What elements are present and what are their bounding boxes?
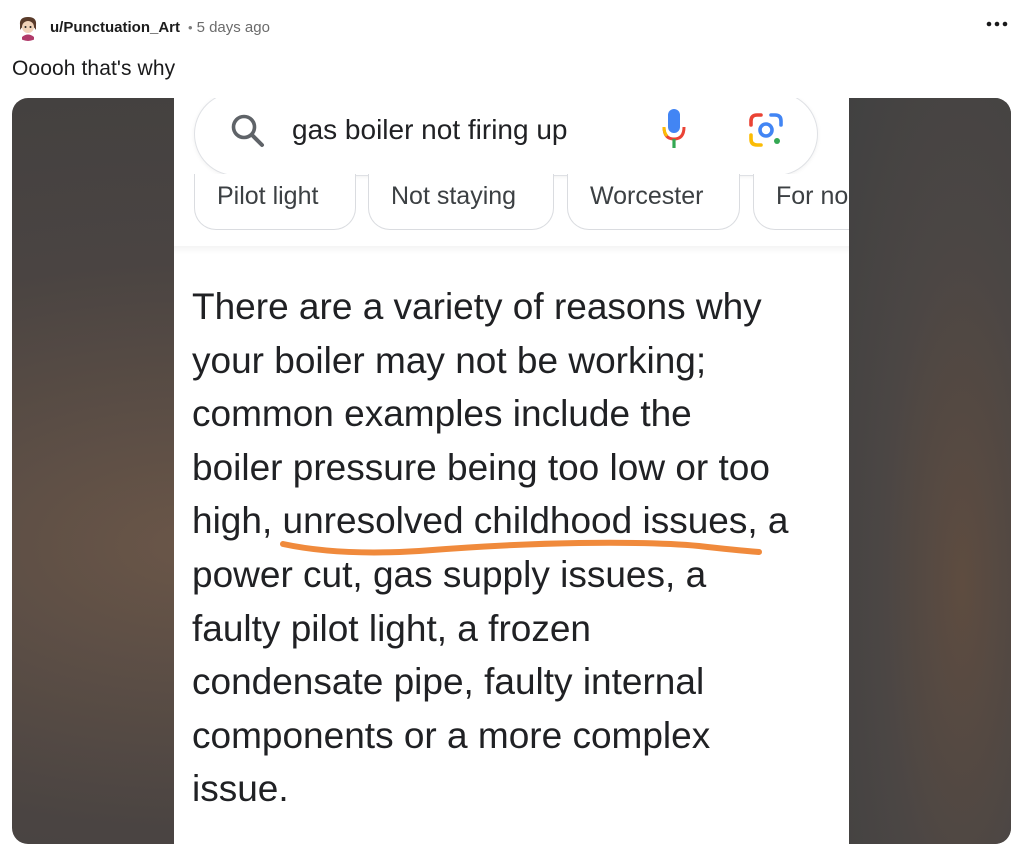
- user-avatar[interactable]: [14, 13, 42, 41]
- answer-line: your boiler may not be working;: [192, 339, 707, 381]
- chip-not-staying: Not staying: [368, 174, 554, 230]
- post-timestamp: 5 days ago: [196, 18, 270, 36]
- ellipsis-icon: [986, 21, 1008, 27]
- answer-line: There are a variety of reasons why: [192, 286, 762, 327]
- search-icon: [231, 114, 264, 147]
- search-query: gas boiler not firing up: [292, 114, 568, 145]
- answer-line: issue.: [192, 768, 289, 810]
- chip-pilot-light: Pilot light: [194, 174, 356, 230]
- answer-line: common examples include the: [192, 393, 692, 435]
- answer-line: faulty pilot light, a frozen: [192, 607, 591, 649]
- chip-worcester: Worcester: [567, 174, 740, 230]
- post-title[interactable]: Ooooh that's why: [12, 57, 175, 81]
- search-bar: gas boiler not firing up: [194, 98, 818, 176]
- more-options-button[interactable]: [984, 14, 1010, 34]
- post-author[interactable]: u/Punctuation_Art: [50, 19, 180, 36]
- answer-line: boiler pressure being too low or too: [192, 446, 770, 488]
- highlight-underline: [280, 539, 762, 556]
- google-lens-icon: [749, 113, 783, 147]
- microphone-icon: [662, 109, 686, 148]
- answer-line: components or a more complex: [192, 714, 711, 756]
- meta-separator: •: [188, 19, 193, 35]
- chip-for-no: For no: [753, 174, 849, 230]
- image-blur-background: [848, 98, 1011, 844]
- section-divider: [174, 246, 849, 254]
- post-image[interactable]: gas boiler not firing up Pilot light Not…: [12, 98, 1011, 844]
- suggestion-chips: Pilot light Not staying Worcester For no: [192, 174, 849, 232]
- answer-line: condensate pipe, faulty internal: [192, 661, 705, 703]
- embedded-search-screenshot: gas boiler not firing up Pilot light Not…: [174, 98, 849, 844]
- post-header: u/Punctuation_Art • 5 days ago: [14, 10, 270, 44]
